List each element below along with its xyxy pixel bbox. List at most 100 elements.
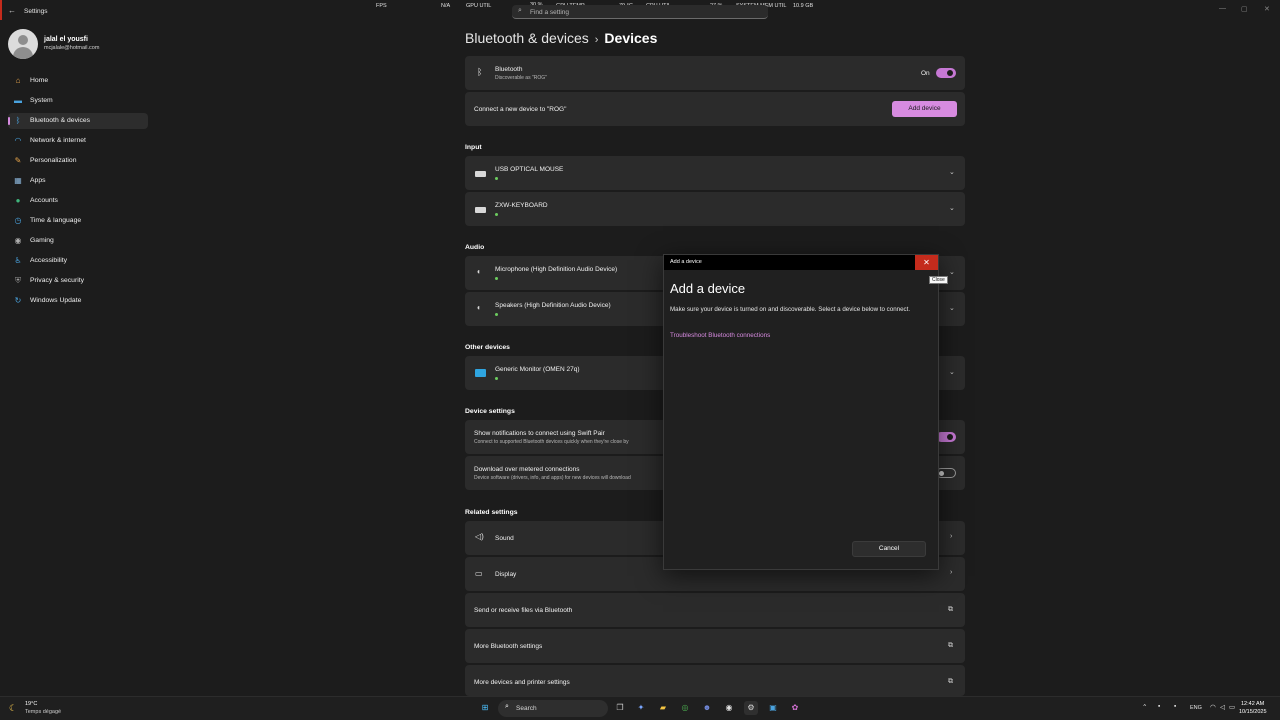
sidebar-item-label: Bluetooth & devices [30,117,91,124]
clock-time[interactable]: 12:42 AM [1241,701,1264,707]
chevron-right-icon: › [950,569,953,576]
tray-app-icon-2[interactable]: ▪ [1174,703,1176,710]
avatar[interactable] [8,29,38,59]
related-send-receive[interactable]: Send or receive files via Bluetooth ⧉ [465,593,965,627]
add-device-button[interactable]: Add device [892,101,957,117]
section-input: Input [465,144,482,151]
add-device-dialog: Add a device ✕ Add a device Make sure yo… [663,254,939,570]
bluetooth-icon: ᛒ [477,67,483,77]
related-more-bluetooth[interactable]: More Bluetooth settings ⧉ [465,629,965,663]
connect-device-card: Connect a new device to "ROG" Add device [465,92,965,126]
device-row-keyboard[interactable]: ZXW-KEYBOARD ⌄ [465,192,965,226]
monitor-icon [475,369,486,377]
brush-icon: ✎ [14,156,22,165]
sidebar-item-accounts[interactable]: ● Accounts [8,193,148,209]
bluetooth-toggle[interactable] [936,68,956,78]
search-input[interactable] [530,6,760,18]
search-box[interactable]: ⌕ [512,5,768,19]
home-icon: ⌂ [15,76,21,85]
sidebar-item-time-language[interactable]: ◷ Time & language [8,213,148,229]
update-icon: ↻ [14,296,22,305]
avatar-head-icon [18,35,28,45]
sidebar-item-windows-update[interactable]: ↻ Windows Update [8,293,148,309]
speaker-icon: ◖ [476,267,481,276]
moon-icon[interactable]: ☾ [9,703,17,714]
external-link-icon: ⧉ [948,606,953,613]
maximize-button[interactable]: ▢ [1241,5,1248,13]
back-arrow-icon[interactable]: ← [8,6,16,15]
sidebar-item-label: Apps [30,177,46,184]
sidebar-item-bluetooth[interactable]: ᛒ Bluetooth & devices [8,113,148,129]
language-indicator[interactable]: ENG [1190,705,1202,711]
battery-icon[interactable]: ▭ [1229,703,1235,711]
cancel-button[interactable]: Cancel [852,541,926,557]
sidebar-item-apps[interactable]: ▦ Apps [8,173,148,189]
windows-start-icon[interactable]: ⊞ [478,701,492,715]
discord-icon[interactable]: ☻ [700,701,714,715]
search-icon: ⌕ [518,7,522,14]
device-name: USB OPTICAL MOUSE [495,166,564,173]
active-indicator [8,117,10,125]
settings-gear-icon[interactable]: ⚙ [744,701,758,715]
clock-date[interactable]: 10/15/2025 [1239,709,1267,715]
chrome-icon[interactable]: ◎ [678,701,692,715]
chevron-down-icon[interactable]: ⌄ [949,204,955,212]
chevron-down-icon[interactable]: ⌄ [949,168,955,176]
related-more-printers[interactable]: More devices and printer settings ⧉ [465,665,965,696]
mouse-icon [475,171,486,177]
chevron-down-icon[interactable]: ⌄ [949,268,955,276]
related-more-printers-label: More devices and printer settings [474,679,570,686]
gpu-util-label: GPU UTIL [466,3,492,9]
mem-value: 10.9 GB [793,3,814,9]
accessibility-icon: ♿ [14,256,22,265]
sidebar-item-personalization[interactable]: ✎ Personalization [8,153,148,169]
related-more-bluetooth-label: More Bluetooth settings [474,643,543,650]
bluetooth-subtitle: Discoverable as "ROG" [495,75,547,81]
sidebar-item-accessibility[interactable]: ♿ Accessibility [8,253,148,269]
search-icon: ⌕ [505,703,509,710]
weather-desc: Temps dégagé [25,709,62,715]
copilot-icon[interactable]: ✦ [634,701,648,715]
dialog-close-button[interactable]: ✕ [915,255,938,270]
metered-title: Download over metered connections [474,466,580,473]
weather-temp: 19°C [25,701,38,707]
troubleshoot-link[interactable]: Troubleshoot Bluetooth connections [670,332,770,339]
sidebar-item-system[interactable]: ▬ System [8,93,148,109]
dialog-title-bar: Add a device ✕ [664,255,938,270]
sidebar-item-gaming[interactable]: ◉ Gaming [8,233,148,249]
file-explorer-icon[interactable]: ▰ [656,701,670,715]
task-view-icon[interactable]: ❐ [613,701,627,715]
section-device-settings: Device settings [465,408,515,415]
taskbar-search[interactable]: ⌕ Search [498,700,608,717]
status-dot [495,213,498,216]
minimize-button[interactable]: — [1219,5,1226,12]
breadcrumb-parent[interactable]: Bluetooth & devices [465,30,589,46]
tray-app-icon[interactable]: ▪ [1158,703,1160,710]
app-icon[interactable]: ◉ [722,701,736,715]
sidebar-item-label: Gaming [30,237,54,244]
chevron-down-icon[interactable]: ⌄ [949,304,955,312]
metered-toggle[interactable] [936,468,956,478]
apps-icon: ▦ [14,176,22,185]
sidebar-item-home[interactable]: ⌂ Home [8,73,148,89]
close-window-button[interactable]: ✕ [1264,5,1270,13]
taskbar-search-label: Search [516,705,537,712]
swift-pair-title: Show notifications to connect using Swif… [474,430,605,437]
sidebar-item-label: Accounts [30,197,58,204]
status-dot [495,177,498,180]
close-tooltip: Close [929,276,948,284]
chevron-up-icon[interactable]: ⌃ [1142,703,1147,711]
toggle-knob [947,70,953,76]
chevron-right-icon: › [950,533,953,540]
chevron-down-icon[interactable]: ⌄ [949,368,955,376]
person-icon: ● [15,196,21,205]
app-icon-2[interactable]: ✿ [788,701,802,715]
app-title: Settings [24,8,48,15]
volume-icon[interactable]: ◁ [1220,703,1225,711]
swift-pair-toggle[interactable] [936,432,956,442]
sidebar-item-privacy[interactable]: ⛨ Privacy & security [8,273,148,289]
wifi-icon[interactable]: ◠ [1210,703,1216,711]
sidebar-item-network[interactable]: ◠ Network & internet [8,133,148,149]
device-row-mouse[interactable]: USB OPTICAL MOUSE ⌄ [465,156,965,190]
photos-icon[interactable]: ▣ [766,701,780,715]
